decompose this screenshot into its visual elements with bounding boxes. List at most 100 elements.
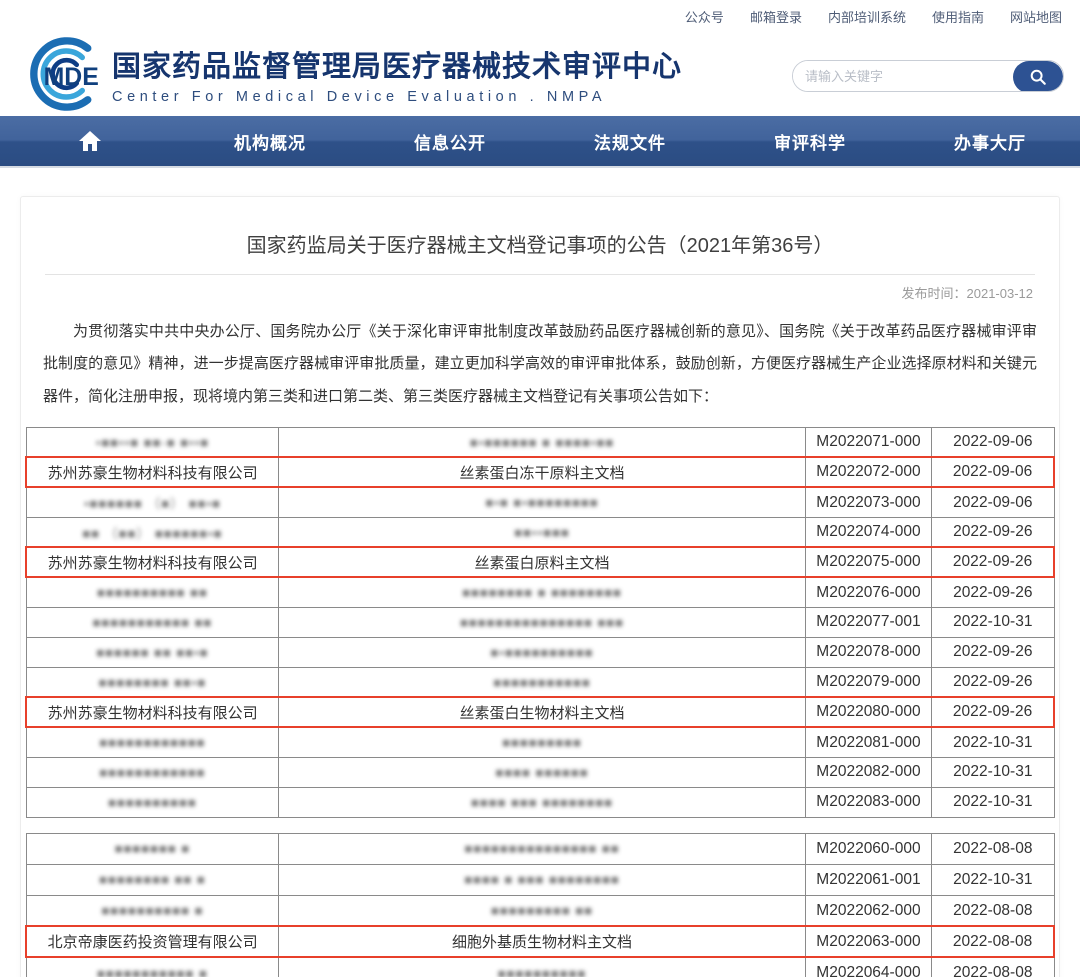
cell-document: ■■■■ ■■■ ■■■■■■■■ [279,787,805,817]
cell-company: ■■■■■■■■■■■ ■■ [26,607,279,637]
cell-num: M2022074-000 [805,517,931,547]
search-box [792,60,1064,92]
cell-company: ■■■■■■■■■■■■ [26,727,279,757]
link-user-guide[interactable]: 使用指南 [932,7,984,26]
nav-item-info[interactable]: 信息公开 [360,116,540,166]
master-file-table-2: ■■■■■■■ ■■■■■■■■■■■■■■■■ ■■M2022060-0002… [25,833,1055,977]
nav-item-regulations[interactable]: 法规文件 [540,116,720,166]
cell-num: M2022061-001 [805,864,931,895]
cell-company: ■■ （■■） ■■■■■■▪■ [26,517,279,547]
cell-company: ■■■■■■■■■■■■ [26,757,279,787]
search-icon [1029,68,1047,86]
cell-company: ■■■■■■■■ ■■▪■ [26,667,279,697]
cell-date: 2022-09-26 [932,517,1054,547]
cell-date: 2022-10-31 [932,607,1054,637]
table-row: ■■■■■■■■ ■■▪■■■■■■■■■■■■M2022079-0002022… [26,667,1054,697]
site-header: MDE 国家药品监督管理局医疗器械技术审评中心 Center For Medic… [0,26,1080,116]
cell-company: 苏州苏豪生物材料科技有限公司 [26,697,279,727]
nav-item-about[interactable]: 机构概况 [180,116,360,166]
link-mail-login[interactable]: 邮箱登录 [750,7,802,26]
search-button[interactable] [1013,61,1063,92]
org-name-cn: 国家药品监督管理局医疗器械技术审评中心 [112,43,682,85]
cell-company: ■■■■■■■■■■ [26,787,279,817]
cell-date: 2022-10-31 [932,727,1054,757]
cell-date: 2022-09-26 [932,577,1054,607]
cell-company: ■■■■■■■■■■■ ■ [26,957,279,977]
cell-document: ■■■■■■■■■ [279,727,805,757]
table-row: ■■■■■■■■■■ ■■■■■■■■■■ ■ ■■■■■■■■M2022076… [26,577,1054,607]
cell-document: ■■■■■■■■■ ■■ [279,895,805,926]
cell-num: M2022064-000 [805,957,931,977]
cell-num: M2022080-000 [805,697,931,727]
cell-document: 细胞外基质生物材料主文档 [279,926,805,957]
cell-document: ■■■■■■■■■■■■■■■ ■■■ [279,607,805,637]
table-row: ■■■■■■■■■■■ ■■■■■■■■■■■M2022064-0002022-… [26,957,1054,977]
cell-date: 2022-10-31 [932,757,1054,787]
cell-document: ■■■■ ■ ■■■ ■■■■■■■■ [279,864,805,895]
nav-item-service[interactable]: 办事大厅 [900,116,1080,166]
home-icon [78,130,102,152]
cell-company: 苏州苏豪生物材料科技有限公司 [26,547,279,577]
cell-num: M2022073-000 [805,487,931,517]
cell-date: 2022-08-08 [932,957,1054,977]
svg-text:MDE: MDE [44,64,99,91]
top-utility-bar: 公众号 邮箱登录 内部培训系统 使用指南 网站地图 [0,0,1080,26]
cell-document: ■■■■ ■■■■■■ [279,757,805,787]
cell-date: 2022-09-26 [932,547,1054,577]
cell-document: ■▪■■■■■■ ■ ■■■■▪■■ [279,427,805,457]
link-internal-training[interactable]: 内部培训系统 [828,7,906,26]
cell-date: 2022-10-31 [932,864,1054,895]
cell-document: ■▪■■■■■■■■■■ [279,637,805,667]
search-input[interactable] [793,61,1013,91]
table-row: ■■■■■■■ ■■■■■■■■■■■■■■■■ ■■M2022060-0002… [26,833,1054,864]
master-file-table-1: ▪■■▪▪■ ■■-■ ■▪▪■■▪■■■■■■ ■ ■■■■▪■■M20220… [25,427,1055,818]
table-row-highlighted: 苏州苏豪生物材料科技有限公司丝素蛋白生物材料主文档M2022080-000202… [26,697,1054,727]
cell-num: M2022076-000 [805,577,931,607]
cell-date: 2022-09-06 [932,427,1054,457]
table-row: ■■ （■■） ■■■■■■▪■■■▪▪■■■M2022074-0002022-… [26,517,1054,547]
cell-num: M2022063-000 [805,926,931,957]
cell-num: M2022078-000 [805,637,931,667]
cell-company: ▪■■■■■■ （■） ■■▪■ [26,487,279,517]
cell-document: ■▪■ ■▪■■■■■■■■ [279,487,805,517]
cell-document: ■■■■■■■■■■■ [279,667,805,697]
cell-date: 2022-08-08 [932,833,1054,864]
cell-company: ■■■■■■ ■■ ■■▪■ [26,637,279,667]
cell-num: M2022072-000 [805,457,931,487]
cell-company: ▪■■▪▪■ ■■-■ ■▪▪■ [26,427,279,457]
cell-num: M2022077-001 [805,607,931,637]
table-row: ■■■■■■■■■■■ ■■■■■■■■■■■■■■■■■ ■■■M202207… [26,607,1054,637]
cell-num: M2022075-000 [805,547,931,577]
cell-date: 2022-09-26 [932,667,1054,697]
org-name-en: Center For Medical Device Evaluation . N… [112,89,682,105]
link-sitemap[interactable]: 网站地图 [1010,7,1062,26]
cell-company: ■■■■■■■■■■ ■ [26,895,279,926]
nav-item-home[interactable] [0,116,180,166]
master-file-tables: ▪■■▪▪■ ■■-■ ■▪▪■■▪■■■■■■ ■ ■■■■▪■■M20220… [21,427,1059,977]
table-row: ▪■■■■■■ （■） ■■▪■■▪■ ■▪■■■■■■■■M2022073-0… [26,487,1054,517]
cell-num: M2022062-000 [805,895,931,926]
cell-num: M2022079-000 [805,667,931,697]
table-row: ■■■■■■■■■■■■■■■■■■■■■M2022081-0002022-10… [26,727,1054,757]
cell-date: 2022-09-26 [932,637,1054,667]
main-nav: 机构概况 信息公开 法规文件 审评科学 办事大厅 [0,116,1080,168]
brand-block: 国家药品监督管理局医疗器械技术审评中心 Center For Medical D… [112,43,682,105]
nav-item-science[interactable]: 审评科学 [720,116,900,166]
cell-company: 北京帝康医药投资管理有限公司 [26,926,279,957]
article-body: 为贯彻落实中共中央办公厅、国务院办公厅《关于深化审评审批制度改革鼓励药品医疗器械… [21,306,1059,427]
link-wechat[interactable]: 公众号 [685,7,724,26]
cell-company: ■■■■■■■■ ■■ ■ [26,864,279,895]
cell-document: ■■■■■■■■ ■ ■■■■■■■■ [279,577,805,607]
cell-date: 2022-09-06 [932,487,1054,517]
cell-company: ■■■■■■■■■■ ■■ [26,577,279,607]
cell-document: 丝素蛋白原料主文档 [279,547,805,577]
cell-document: ■■■■■■■■■■ [279,957,805,977]
cmde-logo-icon: MDE [16,35,108,113]
publish-date: 发布时间：2021-03-12 [21,275,1059,306]
cell-num: M2022081-000 [805,727,931,757]
cell-document: ■■▪▪■■■ [279,517,805,547]
cell-date: 2022-09-06 [932,457,1054,487]
table-row: ▪■■▪▪■ ■■-■ ■▪▪■■▪■■■■■■ ■ ■■■■▪■■M20220… [26,427,1054,457]
cmde-logo-link[interactable]: MDE [16,35,108,113]
table-row: ■■■■■■ ■■ ■■▪■■▪■■■■■■■■■■M2022078-00020… [26,637,1054,667]
